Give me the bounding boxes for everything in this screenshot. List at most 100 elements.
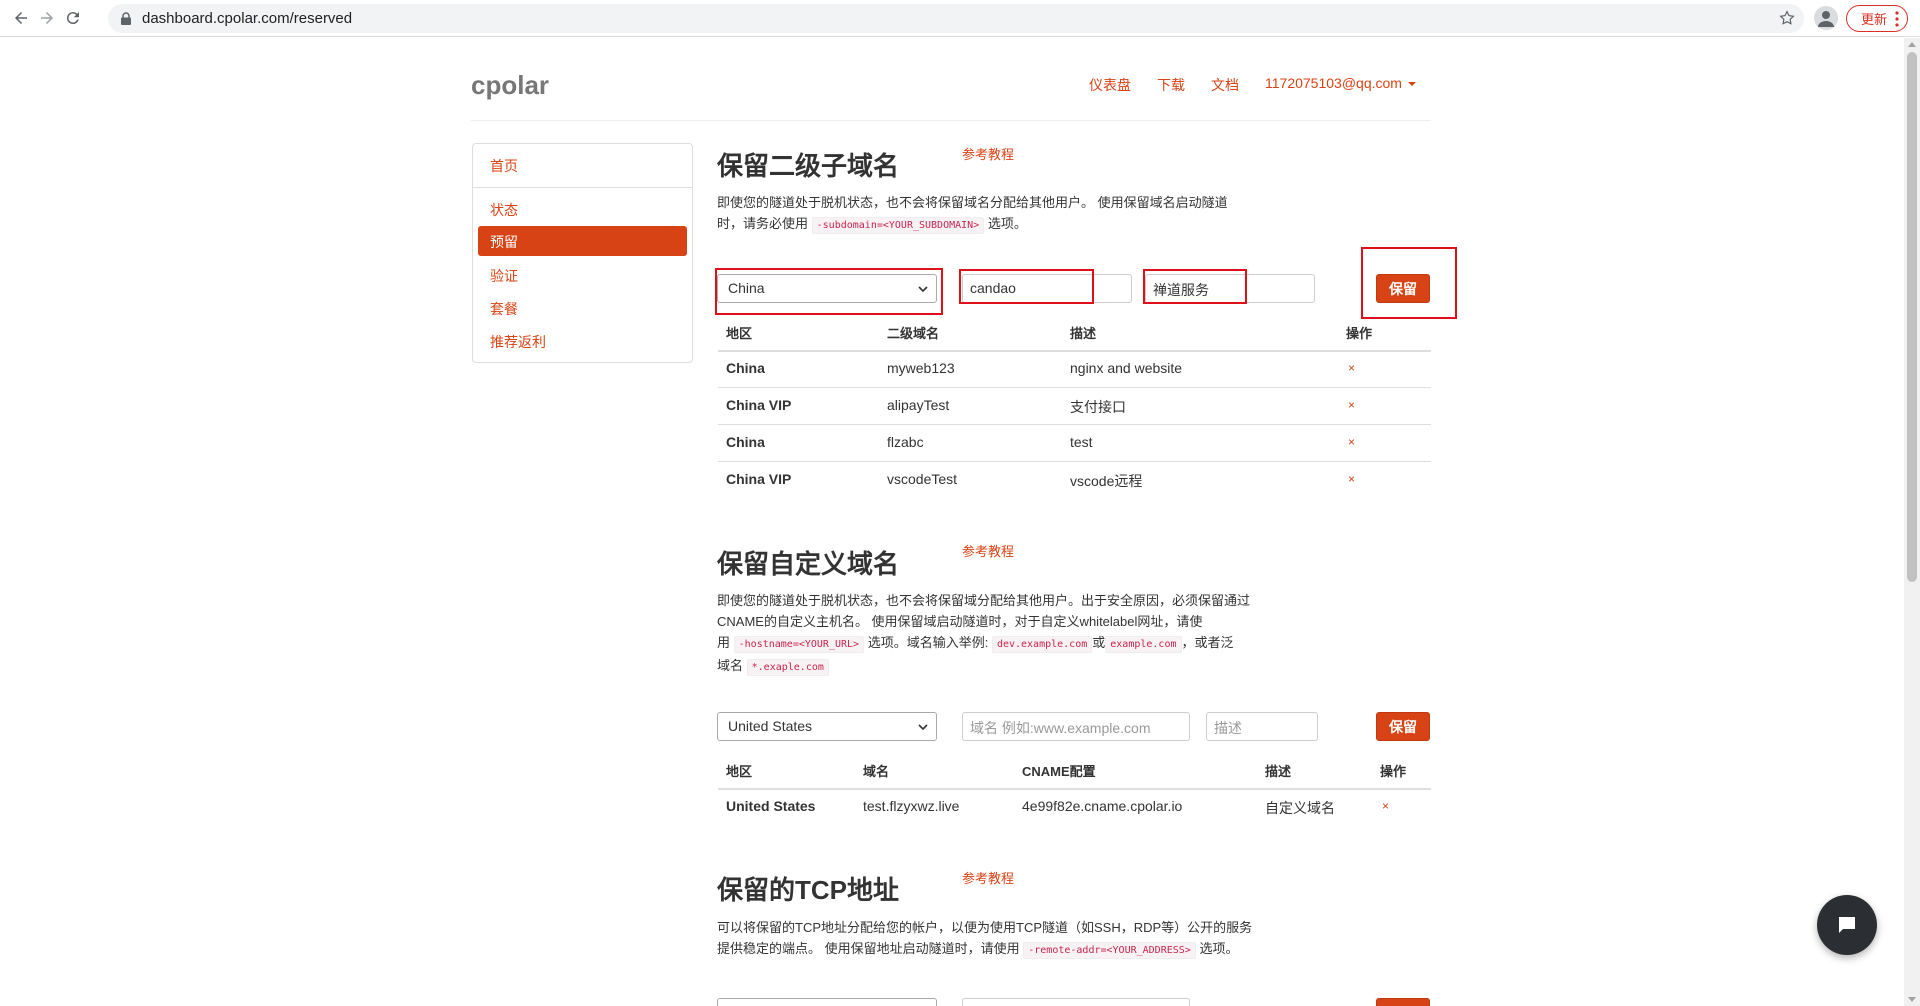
desc-line: 或	[1092, 635, 1106, 650]
cell-desc: test	[1070, 434, 1093, 450]
chevron-down-icon	[918, 724, 928, 731]
cell-region: China	[726, 360, 765, 376]
desc-line: 即使您的隧道处于脱机状态，也不会将保留域分配给其他用户。出于安全原因，必须保留通…	[717, 593, 1251, 608]
browser-update-button[interactable]: 更新	[1846, 5, 1908, 32]
cell-subdomain: myweb123	[887, 360, 955, 376]
custom-domain-input[interactable]: 域名 例如:www.example.com	[962, 712, 1190, 741]
col-header-desc: 描述	[1070, 326, 1097, 341]
desc-line: 即使您的隧道处于脱机状态，也不会将保留域名分配给其他用户。 使用保留域名启动隧道	[717, 195, 1228, 210]
desc-line: ，或者泛	[1181, 635, 1234, 650]
user-menu[interactable]: 1172075103@qq.com	[1265, 75, 1416, 91]
page-scrollbar[interactable]	[1904, 38, 1920, 1006]
brand-logo[interactable]: cpolar	[471, 70, 549, 101]
tcp-address-input[interactable]	[962, 998, 1190, 1006]
code-hostname: -hostname=<YOUR_URL>	[733, 636, 865, 653]
col-header-domain: 域名	[863, 764, 890, 779]
col-header-action: 操作	[1346, 326, 1373, 341]
col-header-subdomain: 二级域名	[887, 326, 940, 341]
profile-avatar-icon[interactable]	[1814, 6, 1838, 30]
chat-bubble-icon	[1839, 917, 1855, 933]
nav-docs[interactable]: 文档	[1211, 75, 1239, 95]
sidebar-item-verify[interactable]: 验证	[490, 266, 518, 286]
custom-save-button[interactable]: 保留	[1376, 712, 1430, 741]
table-header-line	[718, 788, 1431, 790]
browser-toolbar: dashboard.cpolar.com/reserved 更新	[0, 0, 1920, 37]
code-subdomain: -subdomain=<YOUR_SUBDOMAIN>	[811, 217, 985, 234]
sidebar-item-plans[interactable]: 套餐	[490, 299, 518, 319]
scrollbar-thumb[interactable]	[1907, 52, 1917, 582]
desc-line: CNAME的自定义主机名。 使用保留域启动隧道时，对于自定义whitelabel…	[717, 614, 1203, 629]
sidebar-item-home[interactable]: 首页	[490, 156, 518, 176]
nav-download[interactable]: 下载	[1157, 75, 1185, 95]
back-arrow-icon[interactable]	[8, 6, 34, 30]
sidebar-divider	[473, 187, 692, 188]
chat-widget-button[interactable]	[1817, 895, 1877, 955]
delete-icon[interactable]: ×	[1348, 472, 1355, 486]
reload-icon[interactable]	[60, 6, 86, 30]
address-bar[interactable]: dashboard.cpolar.com/reserved	[108, 4, 1804, 33]
page-content: cpolar 仪表盘 下载 文档 1172075103@qq.com 首页 状态…	[0, 38, 1904, 1006]
cell-region: China	[726, 434, 765, 450]
desc-line: 时，请务必使用	[717, 216, 809, 231]
row-divider	[718, 424, 1431, 425]
tcp-section-title: 保留的TCP地址	[717, 875, 900, 905]
cell-region: China VIP	[726, 397, 792, 413]
desc-line: 选项。	[987, 216, 1027, 231]
cell-domain: test.flzyxwz.live	[863, 798, 960, 814]
caret-down-icon	[1407, 82, 1416, 87]
cell-region: China VIP	[726, 471, 792, 487]
code-example: example.com	[1105, 636, 1182, 653]
subdomain-tutorial-link[interactable]: 参考教程	[962, 144, 1014, 163]
col-header-region: 地区	[726, 326, 753, 341]
subdomain-section-title: 保留二级子域名	[717, 151, 900, 181]
sidebar-item-status[interactable]: 状态	[490, 200, 518, 220]
desc-line: 域名	[717, 658, 744, 673]
cell-desc: vscode远程	[1070, 473, 1143, 489]
tcp-save-button[interactable]	[1376, 998, 1430, 1006]
cell-desc: nginx and website	[1070, 360, 1183, 376]
highlight-box-subdomain	[959, 269, 1094, 304]
bookmark-star-icon[interactable]	[1778, 9, 1796, 27]
kebab-menu-icon	[1895, 11, 1899, 27]
subdomain-description: 即使您的隧道处于脱机状态，也不会将保留域名分配给其他用户。 使用保留域名启动隧道…	[717, 192, 1297, 236]
user-email: 1172075103@qq.com	[1265, 75, 1402, 91]
cell-subdomain: vscodeTest	[887, 471, 958, 487]
cell-cname: 4e99f82e.cname.cpolar.io	[1022, 798, 1183, 814]
scroll-up-arrow-icon[interactable]	[1908, 42, 1916, 47]
forward-arrow-icon[interactable]	[34, 6, 60, 30]
nav-dashboard[interactable]: 仪表盘	[1089, 75, 1131, 95]
cell-region: United States	[726, 798, 816, 814]
row-divider	[718, 461, 1431, 462]
delete-icon[interactable]: ×	[1382, 799, 1389, 813]
code-remote-addr: -remote-addr=<YOUR_ADDRESS>	[1023, 942, 1196, 959]
desc-line: 选项。域名输入举例:	[867, 635, 989, 650]
cell-subdomain: flzabc	[887, 434, 924, 450]
code-example-dev: dev.example.com	[991, 636, 1093, 653]
highlight-box-region	[715, 268, 943, 315]
table-header-line	[718, 350, 1431, 352]
cell-subdomain: alipayTest	[887, 397, 950, 413]
tcp-description: 可以将保留的TCP地址分配给您的帐户，以便为使用TCP隧道（如SSH，RDP等）…	[717, 917, 1297, 961]
custom-desc-input[interactable]: 描述	[1206, 712, 1318, 741]
custom-region-select[interactable]: United States	[717, 712, 937, 741]
col-header-cname: CNAME配置	[1022, 764, 1096, 779]
delete-icon[interactable]: ×	[1348, 435, 1355, 449]
sidebar-item-reserved[interactable]: 预留	[478, 226, 687, 256]
delete-icon[interactable]: ×	[1348, 361, 1355, 375]
desc-line: 提供稳定的端点。 使用保留地址启动隧道时，请使用	[717, 941, 1020, 956]
row-divider	[718, 387, 1431, 388]
highlight-box-save	[1361, 247, 1457, 319]
sidebar-item-referral[interactable]: 推荐返利	[490, 332, 546, 352]
desc-line: 选项。	[1199, 941, 1239, 956]
code-wildcard: *.exaple.com	[746, 659, 829, 676]
scroll-down-arrow-icon[interactable]	[1908, 997, 1916, 1002]
tcp-region-select[interactable]	[717, 998, 937, 1006]
cell-desc: 自定义域名	[1265, 800, 1335, 816]
delete-icon[interactable]: ×	[1348, 398, 1355, 412]
custom-domain-tutorial-link[interactable]: 参考教程	[962, 541, 1014, 560]
tcp-tutorial-link[interactable]: 参考教程	[962, 868, 1014, 887]
update-label: 更新	[1861, 12, 1888, 27]
custom-domain-section-title: 保留自定义域名	[717, 549, 900, 579]
desc-line: 用	[717, 635, 731, 650]
region-select-value: United States	[728, 718, 813, 734]
